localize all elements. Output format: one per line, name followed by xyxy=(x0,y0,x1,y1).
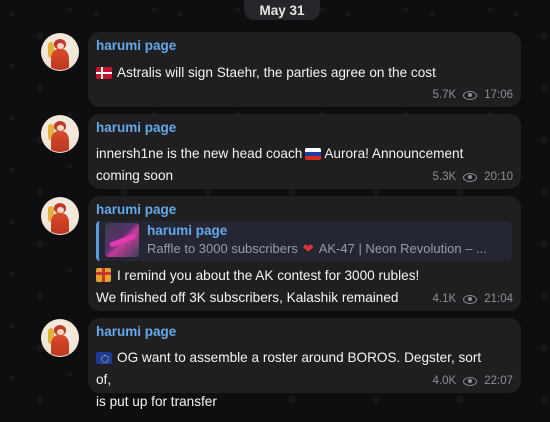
eye-icon xyxy=(463,90,478,100)
avatar[interactable] xyxy=(41,319,79,357)
message-text-line: is put up for transfer xyxy=(96,394,217,409)
message-meta: 5.7K 17:06 xyxy=(433,89,513,101)
message-text-part: innersh1ne is the new head coach xyxy=(96,146,303,161)
message-bubble[interactable]: harumi page harumi page Raffle to 3000 s… xyxy=(88,196,521,311)
message-time: 21:04 xyxy=(484,293,513,305)
avatar-body xyxy=(51,131,69,152)
eye-icon xyxy=(463,172,478,182)
avatar[interactable] xyxy=(41,33,79,71)
message-meta: 4.1K 21:04 xyxy=(433,293,513,305)
sender-name[interactable]: harumi page xyxy=(96,324,176,339)
forward-subtitle-part: AK-47 | Neon Revolution – ... xyxy=(318,241,487,256)
gift-icon xyxy=(96,268,111,282)
avatar[interactable] xyxy=(41,115,79,153)
message-meta: 4.0K 22:07 xyxy=(433,375,513,387)
avatar-face xyxy=(57,43,64,49)
message-text-part: Aurora! Announcement xyxy=(324,146,464,161)
avatar-body xyxy=(51,335,69,356)
denmark-flag-icon xyxy=(96,67,112,79)
message-bubble[interactable]: harumi page OG want to assemble a roster… xyxy=(88,318,521,409)
eye-icon xyxy=(463,376,478,386)
russia-flag-icon xyxy=(305,148,322,160)
message-bubble[interactable]: harumi page Astralis will sign Staehr, t… xyxy=(88,32,521,107)
avatar-body xyxy=(51,49,69,70)
avatar-face xyxy=(57,125,64,131)
message-text-line: OG want to assemble a roster around BORO… xyxy=(96,350,482,387)
message-time: 20:10 xyxy=(484,171,513,183)
avatar-face xyxy=(57,207,64,213)
sender-name[interactable]: harumi page xyxy=(96,38,176,53)
message-text-line: coming soon xyxy=(96,168,174,183)
message-time: 17:06 xyxy=(484,89,513,101)
forward-title: harumi page xyxy=(147,223,228,238)
message-time: 22:07 xyxy=(484,375,513,387)
view-count: 5.7K xyxy=(432,89,457,101)
forward-thumbnail xyxy=(105,223,139,257)
forwarded-message-preview[interactable]: harumi page Raffle to 3000 subscribers ❤ A… xyxy=(96,221,512,261)
sender-name[interactable]: harumi page xyxy=(96,202,176,217)
date-separator: May 31 xyxy=(244,0,320,20)
eu-flag-icon xyxy=(96,352,112,364)
sender-name[interactable]: harumi page xyxy=(96,120,176,135)
message-text-line: We finished off 3K subscribers, Kalashik… xyxy=(96,290,399,305)
avatar-body xyxy=(51,213,69,234)
view-count: 4.1K xyxy=(432,293,457,305)
heart-icon: ❤ xyxy=(302,241,314,256)
message-text: Astralis will sign Staehr, the parties a… xyxy=(96,62,496,84)
message-text-line: Astralis will sign Staehr, the parties a… xyxy=(117,65,436,80)
message-bubble[interactable]: harumi page innersh1ne is the new head c… xyxy=(88,114,521,189)
forward-subtitle-part: Raffle to 3000 subscribers xyxy=(147,241,298,256)
eye-icon xyxy=(463,294,478,304)
forward-subtitle: Raffle to 3000 subscribers ❤ AK-47 | Neon … xyxy=(147,241,507,257)
avatar-face xyxy=(57,329,64,335)
avatar[interactable] xyxy=(41,197,79,235)
view-count: 4.0K xyxy=(432,375,457,387)
message-meta: 5.3K 20:10 xyxy=(433,171,513,183)
message-text-line: I remind you about the AK contest for 30… xyxy=(117,268,420,283)
view-count: 5.3K xyxy=(432,171,457,183)
